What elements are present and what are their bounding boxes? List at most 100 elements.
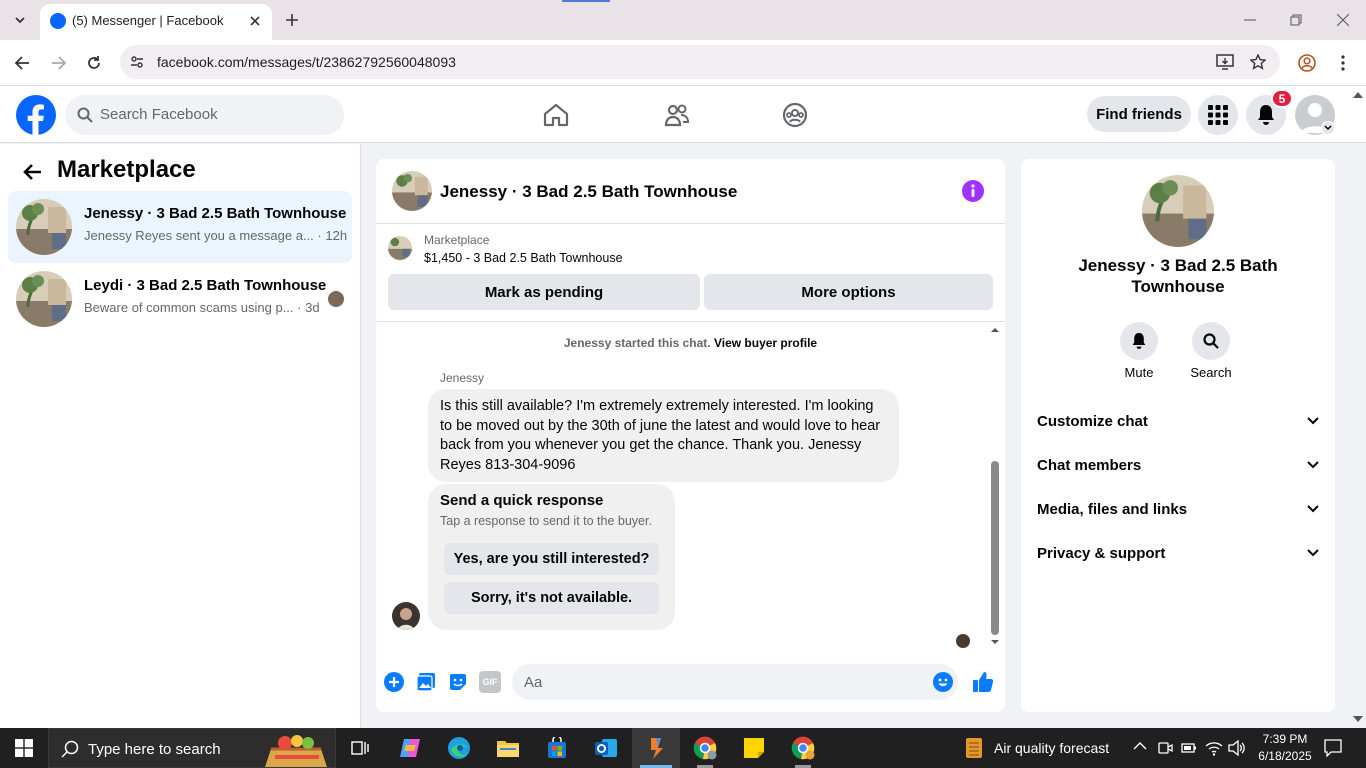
close-window-icon[interactable] <box>1331 10 1355 30</box>
copilot-icon[interactable] <box>386 728 434 768</box>
file-explorer-icon[interactable] <box>484 728 532 768</box>
sidebar-title: Marketplace <box>57 156 196 183</box>
battery-icon[interactable] <box>1181 740 1197 756</box>
home-nav-icon[interactable] <box>540 100 572 130</box>
bookmark-star-icon[interactable] <box>1248 52 1268 72</box>
listing-label: Marketplace <box>424 233 490 247</box>
view-buyer-profile-link[interactable]: View buyer profile <box>714 336 817 350</box>
divider <box>376 223 1005 224</box>
chat-header-thumbnail[interactable] <box>392 171 432 211</box>
media-files-links-row[interactable]: Media, files and links <box>1037 494 1319 524</box>
facebook-logo-icon[interactable] <box>16 95 56 135</box>
conversation-item-jenessy[interactable]: Jenessy · 3 Bad 2.5 Bath Townhouse Jenes… <box>8 191 352 263</box>
chat-scrollbar[interactable] <box>990 325 1000 647</box>
volume-icon[interactable] <box>1228 740 1246 756</box>
browser-tab-bar: (5) Messenger | Facebook <box>0 0 1366 40</box>
mute-label[interactable]: Mute <box>1109 365 1169 380</box>
facebook-search-input[interactable]: Search Facebook <box>65 95 344 135</box>
task-view-icon[interactable] <box>336 728 384 768</box>
back-arrow-icon[interactable] <box>18 158 46 186</box>
microsoft-store-icon[interactable] <box>533 728 581 768</box>
chat-title[interactable]: Jenessy · 3 Bad 2.5 Bath Townhouse <box>440 182 737 202</box>
info-icon[interactable] <box>961 179 985 203</box>
conversation-item-leydi[interactable]: Leydi · 3 Bad 2.5 Bath Townhouse Beware … <box>8 263 352 335</box>
mark-pending-button[interactable]: Mark as pending <box>388 274 700 310</box>
add-more-icon[interactable] <box>383 671 405 693</box>
search-icon <box>77 107 93 123</box>
message-input-placeholder: Aa <box>524 674 543 691</box>
customize-chat-row[interactable]: Customize chat <box>1037 406 1319 436</box>
chat-started-notice: Jenessy started this chat. View buyer pr… <box>563 336 818 350</box>
read-receipt-avatar <box>328 291 344 307</box>
browser-menu-icon[interactable] <box>1333 52 1353 74</box>
thumbs-up-icon[interactable] <box>971 670 995 694</box>
gif-icon[interactable]: GIF <box>479 671 501 693</box>
wifi-icon[interactable] <box>1205 740 1223 756</box>
chevron-down-icon <box>1307 549 1319 557</box>
notification-center-icon[interactable] <box>1324 739 1342 757</box>
profile-icon[interactable] <box>1296 52 1318 74</box>
close-tab-icon[interactable] <box>246 12 264 30</box>
sticky-notes-icon[interactable] <box>730 728 778 768</box>
sender-avatar[interactable] <box>392 602 420 630</box>
sticker-icon[interactable] <box>447 671 469 693</box>
friends-nav-icon[interactable] <box>660 100 694 130</box>
restore-icon[interactable] <box>1284 10 1308 30</box>
chevron-down-icon <box>1307 417 1319 425</box>
account-chevron-icon[interactable] <box>1321 121 1335 135</box>
active-app-icon[interactable] <box>632 728 680 768</box>
page-scrollbar[interactable] <box>1352 90 1364 726</box>
message-input[interactable]: Aa <box>512 664 958 700</box>
minimize-icon[interactable] <box>1238 10 1262 30</box>
taskbar-clock[interactable]: 7:39 PM 6/18/2025 <box>1250 731 1320 765</box>
chevron-down-icon <box>1307 461 1319 469</box>
find-friends-button[interactable]: Find friends <box>1087 96 1191 132</box>
chrome-profile-icon[interactable] <box>681 728 729 768</box>
quick-reply-sorry-button[interactable]: Sorry, it's not available. <box>444 582 659 614</box>
meet-now-icon[interactable] <box>1157 740 1173 756</box>
scrollbar-thumb[interactable] <box>991 461 999 635</box>
taskbar-search-box[interactable]: Type here to search <box>48 728 336 768</box>
weather-icon[interactable] <box>962 736 986 760</box>
outlook-icon[interactable] <box>582 728 630 768</box>
mute-icon[interactable] <box>1120 322 1158 360</box>
listing-price[interactable]: $1,450 - 3 Bad 2.5 Bath Townhouse <box>424 251 623 265</box>
details-name: Jenessy · 3 Bad 2.5 Bath Townhouse <box>1078 256 1278 296</box>
search-conversation-icon[interactable] <box>1192 322 1230 360</box>
section-label: Privacy & support <box>1037 544 1166 562</box>
windows-taskbar: Type here to search Air quality forecast <box>0 728 1366 768</box>
chrome-icon[interactable] <box>779 728 827 768</box>
conversation-preview: Jenessy Reyes sent you a message a... · … <box>84 228 348 243</box>
tab-search-icon[interactable] <box>8 8 32 32</box>
windows-start-icon[interactable] <box>0 728 48 768</box>
taskbar-search-placeholder: Type here to search <box>88 741 221 758</box>
install-app-icon[interactable] <box>1215 52 1235 72</box>
more-options-button[interactable]: More options <box>704 274 993 310</box>
divider <box>376 321 1005 322</box>
chat-members-row[interactable]: Chat members <box>1037 450 1319 480</box>
browser-tab[interactable]: (5) Messenger | Facebook <box>40 4 272 40</box>
quick-reply-yes-button[interactable]: Yes, are you still interested? <box>444 543 659 575</box>
site-info-icon[interactable] <box>126 51 148 73</box>
edge-browser-icon[interactable] <box>435 728 483 768</box>
reload-icon[interactable] <box>82 51 106 75</box>
address-bar[interactable]: facebook.com/messages/t/2386279256004809… <box>120 45 1280 79</box>
message-bubble[interactable]: Is this still available? I'm extremely e… <box>428 389 899 482</box>
groups-nav-icon[interactable] <box>779 100 811 130</box>
emoji-icon[interactable] <box>932 671 954 693</box>
quick-response-card: Send a quick response Tap a response to … <box>428 484 675 630</box>
weather-text[interactable]: Air quality forecast <box>994 740 1109 756</box>
conversation-name: Leydi · 3 Bad 2.5 Bath Townhouse <box>84 277 327 294</box>
quick-response-subtitle: Tap a response to send it to the buyer. <box>440 514 652 528</box>
new-tab-icon[interactable] <box>282 10 302 30</box>
attach-photo-icon[interactable] <box>415 671 437 693</box>
tab-title: (5) Messenger | Facebook <box>72 13 224 28</box>
menu-grid-icon[interactable] <box>1198 95 1238 135</box>
privacy-support-row[interactable]: Privacy & support <box>1037 538 1319 568</box>
back-icon[interactable] <box>10 51 34 75</box>
search-label[interactable]: Search <box>1181 365 1241 380</box>
show-hidden-icons-icon[interactable] <box>1133 741 1147 751</box>
tab-loading-indicator <box>562 0 610 2</box>
forward-icon[interactable] <box>47 51 71 75</box>
details-thumbnail[interactable] <box>1142 175 1214 247</box>
